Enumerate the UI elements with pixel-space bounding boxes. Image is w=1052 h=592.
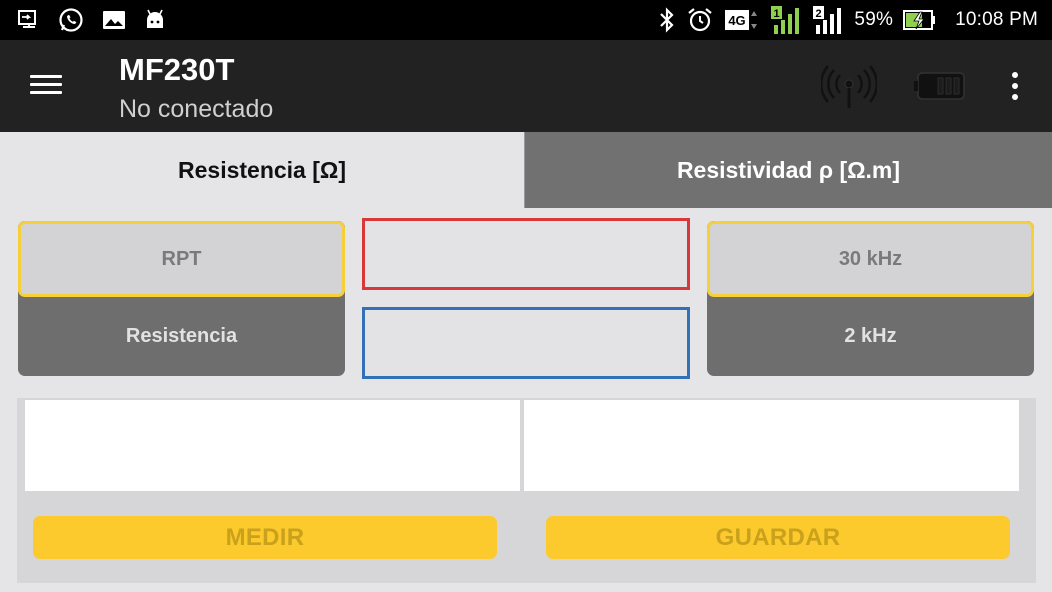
notification-icons [16, 6, 166, 34]
menu-icon[interactable] [30, 73, 62, 97]
measure-button[interactable]: MEDIR [33, 516, 497, 559]
option-2khz[interactable]: 2 kHz [707, 297, 1034, 376]
battery-charging-icon [903, 9, 937, 31]
option-rpt[interactable]: RPT [18, 221, 345, 297]
option-resistencia[interactable]: Resistencia [18, 297, 345, 376]
results-area: MEDIR GUARDAR [17, 398, 1036, 583]
gallery-icon [102, 9, 126, 31]
network-label: 4G [729, 13, 746, 28]
option-30khz[interactable]: 30 kHz [707, 221, 1034, 297]
whatsapp-icon [58, 7, 84, 33]
battery-percent: 59% [854, 9, 894, 30]
result-box-left [25, 400, 520, 491]
sim2-label: 2 [816, 8, 822, 20]
clock: 10:08 PM [955, 9, 1038, 30]
primary-display [362, 218, 690, 290]
signal-sim1-icon: 1 [770, 5, 802, 35]
mode-selector: RPT Resistencia [18, 221, 345, 376]
save-button[interactable]: GUARDAR [546, 516, 1010, 559]
battery-icon[interactable] [914, 71, 968, 101]
secondary-display [362, 307, 690, 379]
sim1-label: 1 [774, 8, 780, 20]
status-bar: 4G 1 2 59% 10:08 PM [0, 0, 1052, 40]
result-box-right [524, 400, 1019, 491]
android-icon [144, 8, 166, 32]
connection-status: No conectado [119, 95, 274, 123]
usb-icon [16, 8, 40, 32]
alarm-icon [686, 6, 714, 34]
system-icons: 4G 1 2 59% 10:08 PM [658, 6, 1038, 34]
frequency-selector: 30 kHz 2 kHz [707, 221, 1034, 376]
signal-sim2-icon: 2 [812, 5, 844, 35]
tab-resistencia[interactable]: Resistencia [Ω] [0, 132, 524, 208]
app-title: MF230T [119, 52, 235, 87]
tab-resistividad[interactable]: Resistividad ρ [Ω.m] [524, 132, 1052, 208]
app-bar: MF230T No conectado [0, 40, 1052, 132]
bluetooth-icon [658, 7, 676, 33]
antenna-icon[interactable] [819, 64, 879, 110]
network-4g-icon: 4G [724, 7, 760, 33]
more-vert-icon[interactable] [1004, 70, 1026, 104]
